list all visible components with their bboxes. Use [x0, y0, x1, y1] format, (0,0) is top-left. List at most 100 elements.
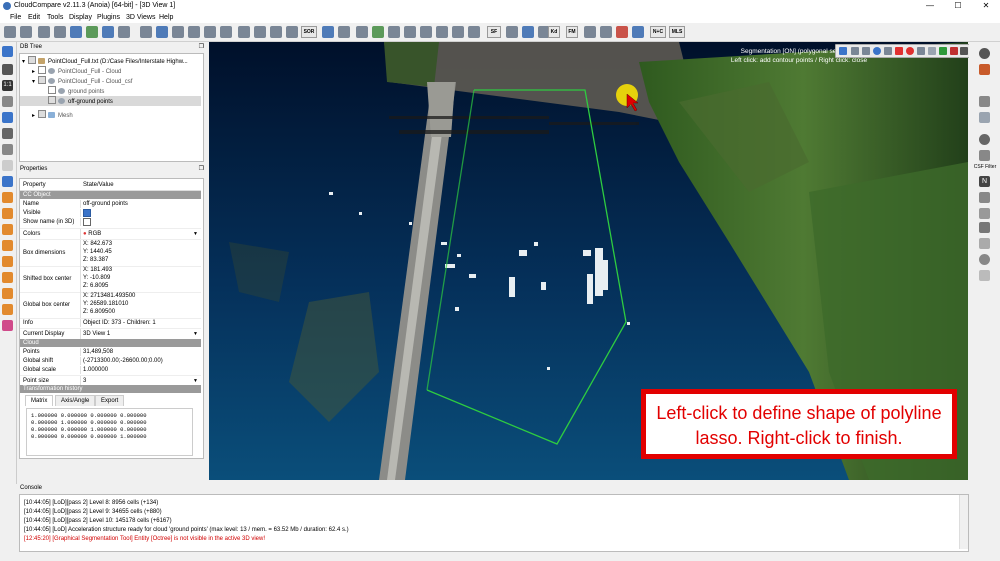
show-name-checkbox[interactable]: [83, 218, 91, 226]
point-size-select[interactable]: 3: [83, 377, 86, 385]
cube-left-icon[interactable]: [2, 224, 13, 235]
plugin-f-icon[interactable]: [979, 238, 990, 249]
mls-button[interactable]: MLS: [669, 26, 685, 38]
dots-icon[interactable]: [2, 320, 13, 331]
menu-file[interactable]: File: [10, 13, 21, 22]
primitive-icon[interactable]: [270, 26, 282, 38]
nc-button[interactable]: N+C: [650, 26, 666, 38]
tools-a-icon[interactable]: [584, 26, 596, 38]
cube-iso2-icon[interactable]: [2, 304, 13, 315]
cube-bottom-icon[interactable]: [2, 272, 13, 283]
sample-icon[interactable]: [102, 26, 114, 38]
plugin-h-icon[interactable]: [979, 270, 990, 281]
dropdown-arrow-icon[interactable]: [862, 47, 870, 55]
shield-icon[interactable]: [979, 150, 990, 161]
scale-icon[interactable]: 1:1: [2, 80, 13, 91]
visibility-checkbox[interactable]: [28, 56, 36, 64]
cube-back-icon[interactable]: [2, 240, 13, 251]
segment-icon[interactable]: [118, 26, 130, 38]
menu-3d-views[interactable]: 3D Views: [126, 13, 155, 22]
open-icon[interactable]: [4, 26, 16, 38]
menu-plugins[interactable]: Plugins: [97, 13, 120, 22]
clone-icon[interactable]: [54, 26, 66, 38]
confirm-icon[interactable]: [939, 47, 947, 55]
close-button[interactable]: ✕: [972, 0, 1000, 12]
pause-icon[interactable]: [839, 47, 847, 55]
undock-icon[interactable]: ❐: [199, 43, 204, 52]
tools-d-icon[interactable]: [632, 26, 644, 38]
cube-right-icon[interactable]: [2, 256, 13, 267]
prop-value[interactable]: off-ground points: [83, 200, 128, 208]
normals-icon[interactable]: [172, 26, 184, 38]
tree-node-cloud[interactable]: ▸ PointCloud_Full - Cloud: [32, 66, 121, 76]
light-icon[interactable]: [2, 160, 13, 171]
tree-node-cloud-csf[interactable]: ▾ PointCloud_Full - Cloud_csf: [32, 76, 132, 86]
colors-select[interactable]: ● RGB: [83, 230, 197, 238]
undock-icon[interactable]: ❐: [199, 165, 204, 174]
tab-matrix[interactable]: Matrix: [25, 395, 54, 406]
visibility-checkbox[interactable]: [48, 86, 56, 94]
align-icon[interactable]: [156, 26, 168, 38]
plugin-icon[interactable]: [38, 26, 50, 38]
view-icon[interactable]: [2, 46, 13, 57]
pick-rotation-icon[interactable]: [140, 26, 152, 38]
distance-icon[interactable]: [238, 26, 250, 38]
kd-button[interactable]: Kd: [548, 26, 560, 38]
plus-icon[interactable]: [452, 26, 464, 38]
segment-out-icon[interactable]: [906, 47, 914, 55]
histogram-icon[interactable]: [436, 26, 448, 38]
sf-gradient-icon[interactable]: [506, 26, 518, 38]
pen-icon[interactable]: [388, 26, 400, 38]
sf-filter-icon[interactable]: [522, 26, 534, 38]
n-icon[interactable]: N: [979, 176, 990, 187]
cube-top-icon[interactable]: [2, 192, 13, 203]
tools-b-icon[interactable]: [600, 26, 612, 38]
menu-display[interactable]: Display: [69, 13, 92, 22]
cube-front-icon[interactable]: [2, 208, 13, 219]
reset-icon[interactable]: [928, 47, 936, 55]
dropdown-arrow-icon[interactable]: ▼: [193, 330, 198, 338]
plugin-orange-icon[interactable]: [979, 64, 990, 75]
cube-iso1-icon[interactable]: [2, 288, 13, 299]
polygon-mode-icon[interactable]: [873, 47, 881, 55]
compass-icon[interactable]: [979, 134, 990, 145]
grid-icon[interactable]: [404, 26, 416, 38]
maximize-button[interactable]: ☐: [944, 0, 972, 12]
plugin-g-icon[interactable]: [979, 254, 990, 265]
filter-icon[interactable]: [420, 26, 432, 38]
visibility-checkbox[interactable]: [38, 76, 46, 84]
scissors-icon[interactable]: [372, 26, 384, 38]
save-icon[interactable]: [20, 26, 32, 38]
plugin-d-icon[interactable]: [979, 208, 990, 219]
export-icon[interactable]: [468, 26, 480, 38]
plugin-grey-icon[interactable]: [979, 96, 990, 107]
minimize-button[interactable]: —: [916, 0, 944, 12]
octree-icon[interactable]: [188, 26, 200, 38]
plugin-c-icon[interactable]: [979, 192, 990, 203]
console-scrollbar[interactable]: [959, 495, 968, 549]
pan-icon[interactable]: [2, 144, 13, 155]
plugin-round-icon[interactable]: [979, 48, 990, 59]
tree-node-mesh[interactable]: ▸ Mesh: [32, 110, 73, 120]
menu-tools[interactable]: Tools: [47, 13, 63, 22]
sf-button[interactable]: SF: [487, 26, 501, 38]
current-display-select[interactable]: 3D View 1: [83, 330, 110, 338]
visibility-checkbox[interactable]: [38, 110, 46, 118]
export-selection-icon[interactable]: [917, 47, 925, 55]
tree-node-off-ground-points[interactable]: off-ground points: [20, 96, 201, 106]
measure-icon[interactable]: [204, 26, 216, 38]
checker-icon[interactable]: [286, 26, 298, 38]
cancel-icon[interactable]: [960, 47, 968, 55]
merge-icon[interactable]: [70, 26, 82, 38]
segment-in-icon[interactable]: [895, 47, 903, 55]
tree-node-root[interactable]: ▾ PointCloud_Full.txt (D:/Case Files/Inte…: [22, 56, 188, 66]
zoom-icon[interactable]: [2, 176, 13, 187]
translate-icon[interactable]: [86, 26, 98, 38]
plugin-e-icon[interactable]: [979, 222, 990, 233]
pencil-icon[interactable]: [356, 26, 368, 38]
rotate-icon[interactable]: [2, 128, 13, 139]
tab-axis-angle[interactable]: Axis/Angle: [55, 395, 96, 406]
plugin-b-icon[interactable]: [979, 112, 990, 123]
mode-dropdown-icon[interactable]: [884, 47, 892, 55]
fm-button[interactable]: FM: [566, 26, 578, 38]
